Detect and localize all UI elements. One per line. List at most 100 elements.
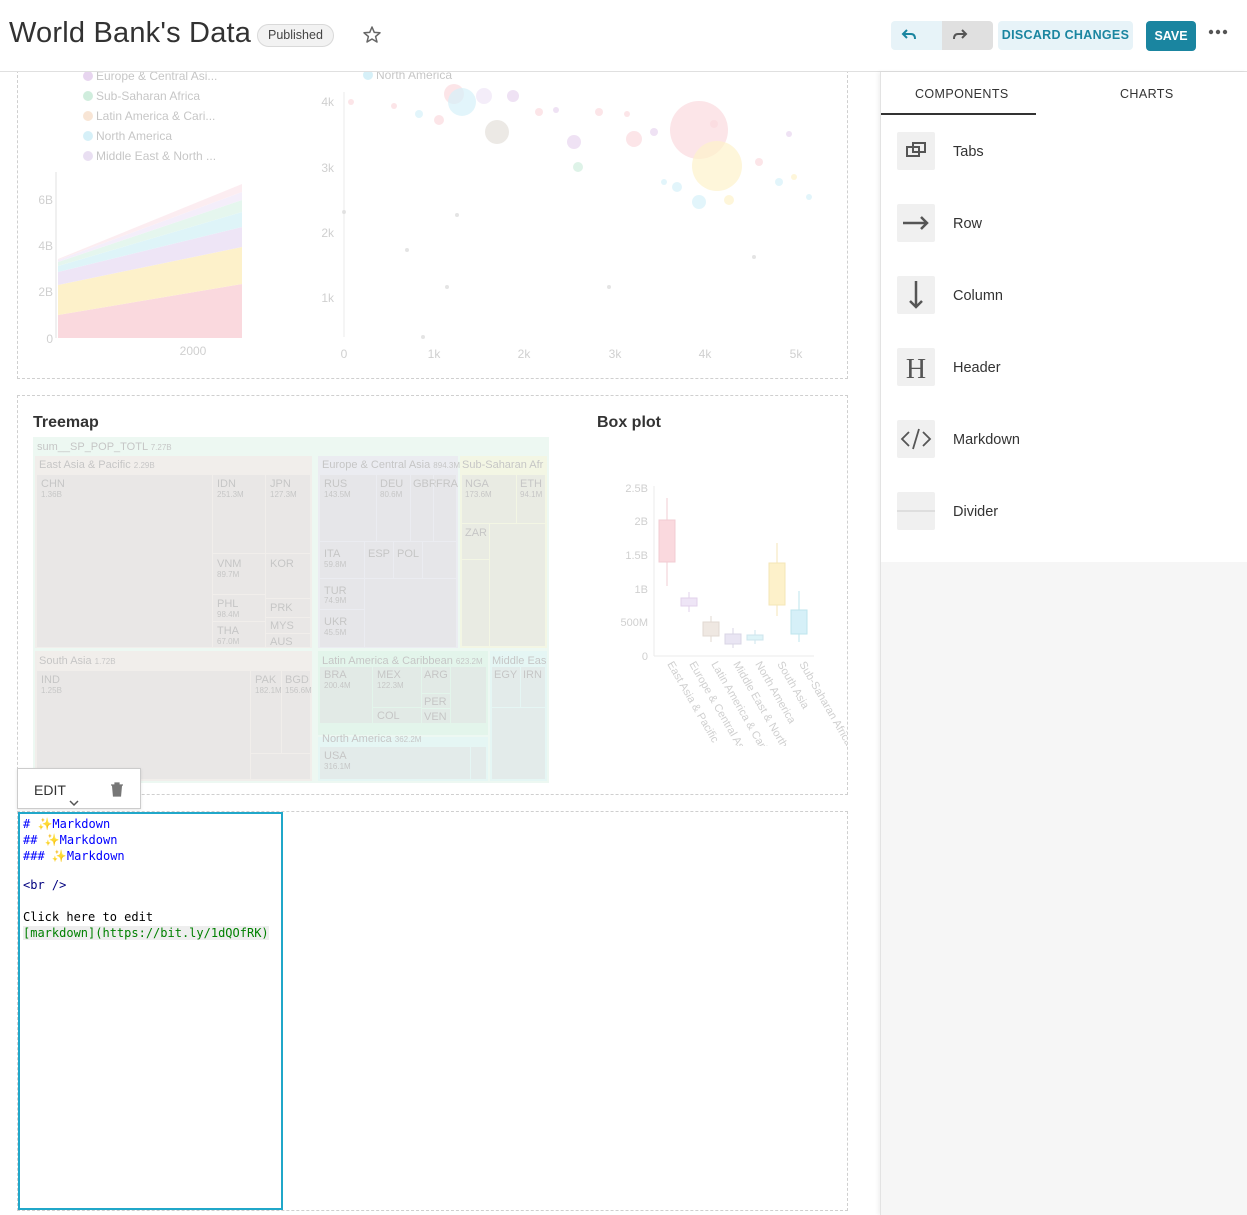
dashboard-title[interactable]: World Bank's Data xyxy=(9,17,251,50)
column-arrow-icon xyxy=(897,276,935,314)
trash-icon[interactable] xyxy=(110,782,124,797)
y-tick: 4k xyxy=(321,95,335,109)
component-column[interactable]: Column xyxy=(881,260,1247,332)
region-label: East Asia & Pacific xyxy=(39,459,131,471)
y-tick: 2.5B xyxy=(625,483,648,495)
cell-label: MYS xyxy=(270,620,294,632)
cell-value: 1.36B xyxy=(41,490,62,499)
cell-label: COL xyxy=(377,710,400,722)
svg-text:Latin America & Caribbean 623.: Latin America & Caribbean 623.2M xyxy=(322,655,483,667)
cell-label: IRN xyxy=(523,669,542,681)
save-button[interactable]: SAVE xyxy=(1146,21,1196,51)
region-label: Latin America & Caribbean xyxy=(322,655,453,667)
cell-label: ITA xyxy=(324,548,341,560)
tab-charts[interactable]: CHARTS xyxy=(1120,87,1174,101)
component-markdown[interactable]: Markdown xyxy=(881,404,1247,476)
md-line: Click here to edit xyxy=(23,910,153,924)
md-text: Click here to edit xyxy=(23,910,154,924)
row-arrow-icon xyxy=(897,204,935,242)
legend-label: Latin America & Cari... xyxy=(96,109,215,123)
component-row[interactable]: Row xyxy=(881,188,1247,260)
cell-label: MEX xyxy=(377,669,402,681)
cell-value: 45.5M xyxy=(324,628,347,637)
component-divider[interactable]: Divider xyxy=(881,476,1247,548)
cell-label: RUS xyxy=(324,478,347,490)
region-value: 362.2M xyxy=(395,735,422,744)
cell-value: 156.6M xyxy=(285,686,312,695)
cell-value: 94.1M xyxy=(520,490,543,499)
y-tick: 4B xyxy=(38,239,53,253)
undo-button[interactable] xyxy=(891,21,942,50)
sidebar-tabs: COMPONENTS CHARTS xyxy=(881,72,1247,116)
region-label: Sub-Saharan Afr xyxy=(462,459,544,471)
y-tick: 500M xyxy=(620,617,648,629)
cell-label: JPN xyxy=(270,478,291,490)
region-value: 2.29B xyxy=(134,461,155,470)
component-header[interactable]: H Header xyxy=(881,332,1247,404)
chevron-down-icon[interactable] xyxy=(69,800,79,807)
bubble-chart-card[interactable]: North America 4k 3k 2k 1k 0 1k 2k 3k 4k … xyxy=(299,72,847,377)
cell-label: ESP xyxy=(368,548,390,560)
tabs-icon xyxy=(897,132,935,170)
cell-value: 182.1M xyxy=(255,686,282,695)
region-label: Middle Eas xyxy=(492,655,547,667)
cell-value: 200.4M xyxy=(324,681,351,690)
cell-value: 251.3M xyxy=(217,490,244,499)
cell-label: GBR xyxy=(413,478,437,490)
redo-icon xyxy=(953,29,968,40)
cell-label: PRK xyxy=(270,602,293,614)
status-badge[interactable]: Published xyxy=(257,24,334,47)
treemap-root-label: sum__SP_POP_TOTL xyxy=(37,441,148,453)
legend-label: North America xyxy=(376,72,452,82)
favorite-star-icon[interactable] xyxy=(361,24,383,46)
dashboard-header: World Bank's Data Published DISCARD CHAN… xyxy=(0,0,1247,72)
treemap-root-value: 7.27B xyxy=(151,443,172,452)
md-line: # ✨Markdown xyxy=(23,817,110,831)
region-label: North America xyxy=(322,733,393,745)
boxplot-card[interactable]: Box plot 2.5B 2B 1.5B 1B 500M 0 East Asi… xyxy=(582,396,847,794)
treemap-chart: sum__SP_POP_TOTL 7.27B East Asia & Pacif… xyxy=(33,437,549,783)
discard-changes-button[interactable]: DISCARD CHANGES xyxy=(998,21,1133,50)
x-tick: 2k xyxy=(518,347,532,361)
edit-mode-dropdown[interactable]: EDIT xyxy=(34,782,66,798)
tab-components[interactable]: COMPONENTS xyxy=(915,87,1009,101)
component-list: Tabs Row Column H Header Markdown Divide… xyxy=(881,116,1247,562)
cell-label: VNM xyxy=(217,558,241,570)
cell-label: DEU xyxy=(380,478,403,490)
markdown-editor[interactable]: # ✨Markdown ## ✨Markdown ### ✨Markdown <… xyxy=(18,812,283,1210)
legend-label: Middle East & North ... xyxy=(96,149,216,163)
md-line: <br /> xyxy=(23,878,66,892)
cell-value: 89.7M xyxy=(217,570,240,579)
x-tick: 1k xyxy=(428,347,442,361)
bubble-chart: North America 4k 3k 2k 1k 0 1k 2k 3k 4k … xyxy=(321,72,812,361)
component-tabs[interactable]: Tabs xyxy=(881,116,1247,188)
more-options-icon[interactable] xyxy=(1206,24,1230,44)
md-br-tag: <br /> xyxy=(23,878,67,892)
y-tick: 2B xyxy=(38,285,53,299)
area-legend: Europe & Central Asi... Sub-Saharan Afri… xyxy=(83,72,217,163)
x-tick: 5k xyxy=(790,347,804,361)
md-line: [markdown](https://bit.ly/1dQOfRK) xyxy=(23,926,269,940)
component-label: Column xyxy=(953,288,1003,304)
legend-label: Europe & Central Asi... xyxy=(96,72,217,83)
region-value: 623.2M xyxy=(456,657,483,666)
md-heading-2: ## ✨Markdown xyxy=(23,833,118,847)
cell-label: THA xyxy=(217,625,240,637)
cell-label: AUS xyxy=(270,636,293,648)
y-tick: 0 xyxy=(46,332,53,346)
redo-button[interactable] xyxy=(942,21,993,50)
cell-label: KOR xyxy=(270,558,294,570)
cell-label: USA xyxy=(324,750,347,762)
cell-value: 59.8M xyxy=(324,560,347,569)
region-label: South Asia xyxy=(39,655,92,667)
component-label: Tabs xyxy=(953,144,984,160)
x-tick: 4k xyxy=(699,347,713,361)
area-chart-card[interactable]: Europe & Central Asi... Sub-Saharan Afri… xyxy=(18,72,283,377)
y-tick: 6B xyxy=(38,193,53,207)
svg-text:South Asia 1.72B: South Asia 1.72B xyxy=(39,655,116,667)
md-heading-1: # ✨Markdown xyxy=(23,817,111,831)
cell-label: IND xyxy=(41,674,60,686)
treemap-card[interactable]: Treemap sum__SP_POP_TOTL 7.27B East Asia… xyxy=(18,396,566,794)
cell-label: BRA xyxy=(324,669,347,681)
y-tick: 2k xyxy=(321,226,335,240)
